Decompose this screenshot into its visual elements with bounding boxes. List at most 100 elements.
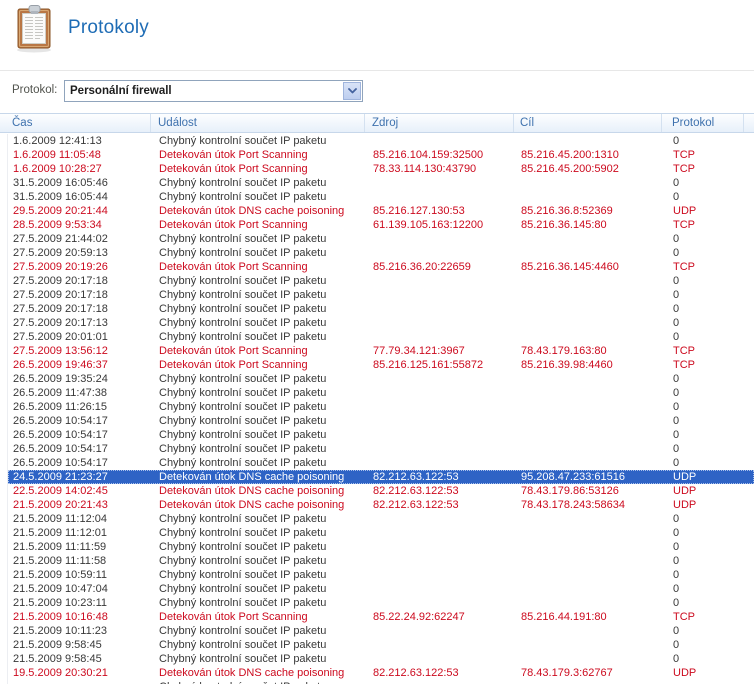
table-row[interactable]: 27.5.2009 20:17:13 Chybný kontrolní souče… (8, 316, 754, 330)
table-header: Čas Událost Zdroj Cíl Protokol (0, 113, 754, 133)
cell-udalost: Detekován útok Port Scanning (159, 163, 308, 175)
column-header-protokol[interactable]: Protokol (662, 114, 744, 132)
cell-cas: 26.5.2009 10:54:17 (13, 429, 108, 441)
table-row[interactable]: 27.5.2009 13:56:12 Detekován útok Port Sc… (8, 344, 754, 358)
table-row[interactable]: 27.5.2009 20:17:18 Chybný kontrolní souče… (8, 274, 754, 288)
table-row[interactable]: 27.5.2009 20:17:18 Chybný kontrolní souče… (8, 288, 754, 302)
cell-zdroj (366, 190, 515, 204)
cell-cil: 85.216.39.98:4460 (521, 359, 613, 371)
cell-cas: 21.5.2009 10:59:11 (13, 569, 107, 581)
table-row[interactable]: 26.5.2009 10:54:17 Chybný kontrolní souče… (8, 428, 754, 442)
cell-protokol: 0 (673, 583, 680, 595)
chevron-down-icon[interactable] (343, 82, 361, 100)
cell-protokol: TCP (673, 163, 695, 175)
table-row[interactable]: 26.5.2009 10:54:17 Chybný kontrolní souče… (8, 456, 754, 470)
cell-udalost: Detekován útok DNS cache poisoning (159, 485, 345, 497)
table-row[interactable]: 27.5.2009 20:19:26 Detekován útok Port Sc… (8, 260, 754, 274)
table-row[interactable]: 21.5.2009 11:12:04 Chybný kontrolní souče… (8, 512, 754, 526)
table-row[interactable]: 27.5.2009 20:01:01 Chybný kontrolní souče… (8, 330, 754, 344)
table-body[interactable]: 1.6.2009 12:41:13 Chybný kontrolní součet… (7, 134, 754, 684)
cell-cil (515, 582, 663, 596)
cell-cil (515, 456, 663, 470)
cell-udalost: Chybný kontrolní součet IP paketu (159, 331, 327, 343)
cell-udalost: Chybný kontrolní součet IP paketu (159, 541, 327, 553)
cell-protokol: 0 (673, 289, 680, 301)
cell-cil (515, 316, 663, 330)
table-row[interactable]: 1.6.2009 11:05:48 Detekován útok Port Sca… (8, 148, 754, 162)
table-row[interactable]: Chybný kontrolní součet IP paketu (8, 680, 754, 684)
table-row[interactable]: 21.5.2009 11:11:58 Chybný kontrolní souče… (8, 554, 754, 568)
cell-udalost: Chybný kontrolní součet IP paketu (159, 527, 327, 539)
table-row[interactable]: 22.5.2009 14:02:45 Detekován útok DNS cac… (8, 484, 754, 498)
cell-zdroj (366, 414, 515, 428)
cell-cas: 21.5.2009 10:16:48 (13, 611, 108, 623)
cell-zdroj (366, 134, 515, 148)
table-row[interactable]: 21.5.2009 10:59:11 Chybný kontrolní souče… (8, 568, 754, 582)
cell-zdroj: 82.212.63.122:53 (373, 471, 459, 483)
cell-udalost: Chybný kontrolní součet IP paketu (159, 583, 327, 595)
cell-cas: 21.5.2009 10:11:23 (13, 625, 107, 637)
table-row[interactable]: 21.5.2009 11:11:59 Chybný kontrolní souče… (8, 540, 754, 554)
column-header-cil[interactable]: Cíl (514, 114, 662, 132)
cell-zdroj (366, 372, 515, 386)
cell-protokol: UDP (673, 485, 697, 497)
cell-cil (515, 540, 663, 554)
cell-protokol: 0 (673, 303, 680, 315)
cell-udalost: Detekován útok DNS cache poisoning (159, 205, 345, 217)
cell-protokol: TCP (673, 219, 695, 231)
table-row[interactable]: 21.5.2009 10:16:48 Detekován útok Port Sc… (8, 610, 754, 624)
table-row[interactable]: 26.5.2009 11:47:38 Chybný kontrolní souče… (8, 386, 754, 400)
table-row[interactable]: 27.5.2009 20:17:18 Chybný kontrolní souče… (8, 302, 754, 316)
cell-cas: 19.5.2009 20:30:21 (13, 667, 108, 679)
table-row[interactable]: 21.5.2009 9:58:45 Chybný kontrolní součet… (8, 652, 754, 666)
cell-protokol: TCP (673, 611, 695, 623)
cell-udalost: Chybný kontrolní součet IP paketu (159, 597, 327, 609)
cell-cas: 21.5.2009 10:23:11 (13, 597, 107, 609)
table-row[interactable]: 21.5.2009 10:23:11 Chybný kontrolní souče… (8, 596, 754, 610)
column-header-zdroj[interactable]: Zdroj (365, 114, 514, 132)
table-row[interactable]: 1.6.2009 12:41:13 Chybný kontrolní součet… (8, 134, 754, 148)
cell-protokol: 0 (673, 555, 680, 567)
cell-udalost: Chybný kontrolní součet IP paketu (159, 513, 327, 525)
cell-zdroj (366, 400, 515, 414)
column-header-cas[interactable]: Čas (0, 114, 151, 132)
cell-protokol: 0 (673, 639, 680, 651)
table-row[interactable]: 19.5.2009 20:30:21 Detekován útok DNS cac… (8, 666, 754, 680)
table-row[interactable]: 26.5.2009 19:46:37 Detekován útok Port Sc… (8, 358, 754, 372)
table-row[interactable]: 27.5.2009 21:44:02 Chybný kontrolní souče… (8, 232, 754, 246)
table-row[interactable]: 21.5.2009 9:58:45 Chybný kontrolní součet… (8, 638, 754, 652)
table-row-selected[interactable]: 24.5.2009 21:23:27 Detekován útok DNS cac… (8, 470, 754, 484)
cell-cas: 31.5.2009 16:05:46 (13, 177, 108, 189)
cell-protokol: 0 (673, 597, 680, 609)
table-row[interactable]: 26.5.2009 19:35:24 Chybný kontrolní souče… (8, 372, 754, 386)
cell-cil: 85.216.36.145:80 (521, 219, 607, 231)
table-row[interactable]: 26.5.2009 10:54:17 Chybný kontrolní souče… (8, 414, 754, 428)
table-row[interactable]: 21.5.2009 10:11:23 Chybný kontrolní souče… (8, 624, 754, 638)
table-row[interactable]: 21.5.2009 10:47:04 Chybný kontrolní souče… (8, 582, 754, 596)
table-row[interactable]: 31.5.2009 16:05:44 Chybný kontrolní souče… (8, 190, 754, 204)
table-row[interactable]: 21.5.2009 20:21:43 Detekován útok DNS cac… (8, 498, 754, 512)
cell-cil (515, 232, 663, 246)
cell-zdroj: 85.216.125.161:55872 (373, 359, 484, 371)
column-header-udalost[interactable]: Událost (151, 114, 365, 132)
cell-cil: 78.43.179.3:62767 (521, 667, 613, 679)
protocol-select[interactable]: Personální firewall (64, 80, 363, 102)
cell-cas: 21.5.2009 9:58:45 (13, 639, 102, 651)
table-row[interactable]: 28.5.2009 9:53:34 Detekován útok Port Sca… (8, 218, 754, 232)
table-row[interactable]: 29.5.2009 20:21:44 Detekován útok DNS cac… (8, 204, 754, 218)
cell-protokol (663, 680, 745, 684)
table-row[interactable]: 26.5.2009 10:54:17 Chybný kontrolní souče… (8, 442, 754, 456)
cell-cas (8, 680, 152, 684)
cell-protokol: 0 (673, 443, 680, 455)
table-row[interactable]: 31.5.2009 16:05:46 Chybný kontrolní souče… (8, 176, 754, 190)
cell-zdroj (366, 624, 515, 638)
table-row[interactable]: 26.5.2009 11:26:15 Chybný kontrolní souče… (8, 400, 754, 414)
cell-udalost: Chybný kontrolní součet IP paketu (159, 191, 327, 203)
table-row[interactable]: 1.6.2009 10:28:27 Detekován útok Port Sca… (8, 162, 754, 176)
table-row[interactable]: 27.5.2009 20:59:13 Chybný kontrolní souče… (8, 246, 754, 260)
cell-cil (515, 274, 663, 288)
table-row[interactable]: 21.5.2009 11:12:01 Chybný kontrolní souče… (8, 526, 754, 540)
cell-cas: 26.5.2009 10:54:17 (13, 443, 108, 455)
cell-protokol: TCP (673, 149, 695, 161)
cell-zdroj (366, 288, 515, 302)
